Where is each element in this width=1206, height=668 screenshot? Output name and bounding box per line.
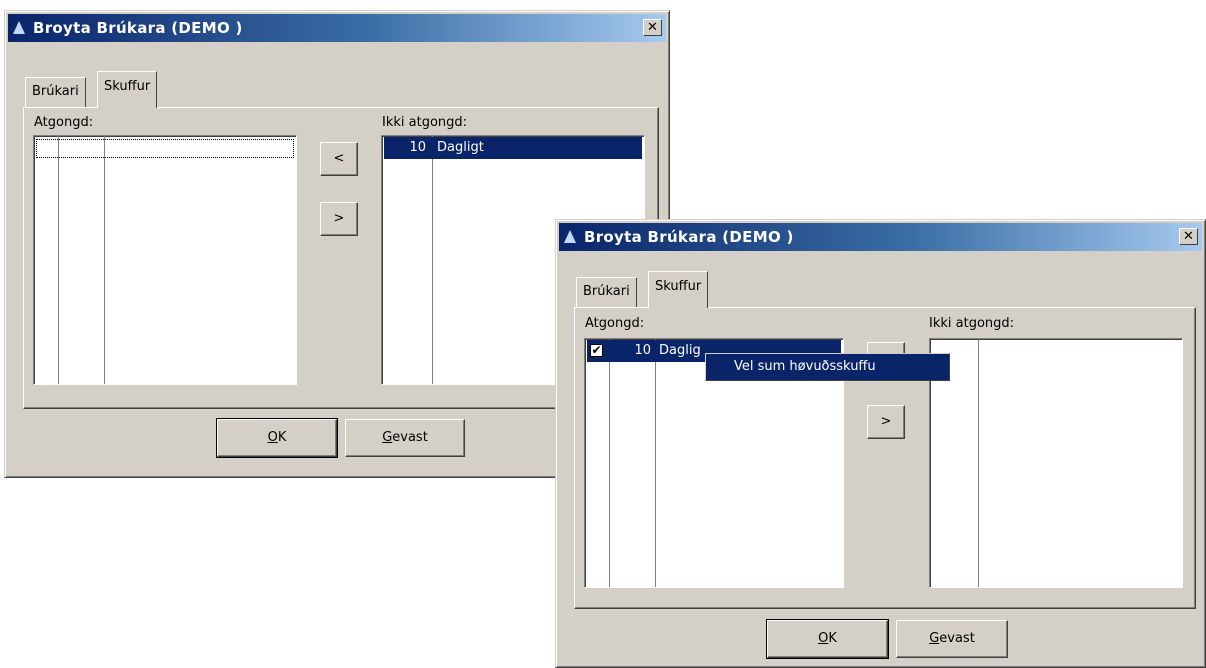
tab-strip: Brúkari Skuffur <box>25 71 325 108</box>
title-bar[interactable]: Broyta Brúkara (DEMO ) ✕ <box>559 223 1202 251</box>
item-number: 10 <box>634 343 651 358</box>
right-list-label: Ikki atgongd: <box>382 115 468 130</box>
tab-strip: Brúkari Skuffur <box>576 271 876 308</box>
ok-button[interactable]: OK <box>766 619 889 659</box>
left-list-label: Atgongd: <box>34 115 94 130</box>
tab-brukari[interactable]: Brúkari <box>576 277 637 307</box>
move-left-button[interactable]: < <box>320 142 358 176</box>
column-divider <box>432 136 433 384</box>
left-list-label: Atgongd: <box>585 316 645 331</box>
item-checkbox[interactable]: ✔ <box>590 344 603 357</box>
list-item[interactable]: 10 Dagligt <box>384 137 642 159</box>
item-number: 10 <box>409 140 426 155</box>
tab-skuffur[interactable]: Skuffur <box>648 271 709 308</box>
context-menu: Vel sum høvuðsskuffu <box>705 353 950 381</box>
window-title: Broyta Brúkara (DEMO ) <box>33 19 243 37</box>
move-right-button[interactable]: > <box>867 405 905 439</box>
item-name: Dagligt <box>437 140 484 155</box>
title-bar[interactable]: Broyta Brúkara (DEMO ) ✕ <box>8 14 666 42</box>
focus-row[interactable] <box>36 139 294 158</box>
column-divider <box>655 339 656 587</box>
move-right-button[interactable]: > <box>320 202 358 236</box>
close-button[interactable]: ✕ <box>1179 228 1198 245</box>
column-divider <box>58 136 59 384</box>
cancel-button[interactable]: Gevast <box>345 419 465 457</box>
column-divider <box>609 339 610 587</box>
tab-skuffur[interactable]: Skuffur <box>97 71 158 108</box>
column-divider <box>978 339 979 587</box>
ok-button[interactable]: OK <box>216 418 338 458</box>
app-icon <box>13 21 25 34</box>
right-list-label: Ikki atgongd: <box>929 316 1015 331</box>
item-name: Daglig <box>659 343 701 358</box>
window-title: Broyta Brúkara (DEMO ) <box>584 228 794 246</box>
tab-brukari[interactable]: Brúkari <box>25 77 86 107</box>
no-access-list[interactable] <box>929 338 1183 588</box>
app-icon <box>564 230 576 243</box>
close-button[interactable]: ✕ <box>643 19 662 36</box>
column-divider <box>104 136 105 384</box>
cancel-button[interactable]: Gevast <box>896 620 1008 658</box>
context-menu-item-set-main[interactable]: Vel sum høvuðsskuffu <box>734 359 876 374</box>
access-list[interactable] <box>33 135 297 385</box>
dialog-window-2: Broyta Brúkara (DEMO ) ✕ Brúkari Skuffur… <box>555 219 1206 668</box>
